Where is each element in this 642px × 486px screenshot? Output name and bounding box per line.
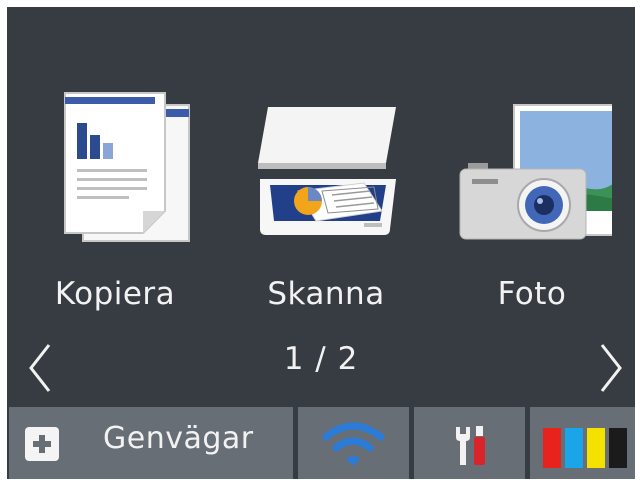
tile-scan[interactable]: Skanna: [228, 83, 424, 333]
tile-photo[interactable]: Foto: [434, 83, 630, 333]
wifi-icon: [322, 422, 385, 466]
plus-icon: [25, 427, 59, 461]
printer-home-screen: Kopiera Skanna Foto 1 / 2 Genvägar: [7, 7, 635, 479]
tile-copy-label: Kopiera: [54, 276, 176, 312]
copy-documents-icon: [35, 83, 195, 253]
tile-copy[interactable]: Kopiera: [17, 83, 213, 333]
wifi-button[interactable]: [298, 407, 409, 479]
next-page-arrow-icon[interactable]: [590, 339, 630, 397]
tools-icon: [456, 426, 485, 465]
ink-button[interactable]: [530, 407, 635, 479]
previous-page-arrow-icon[interactable]: [21, 339, 61, 397]
shortcuts-button[interactable]: Genvägar: [9, 407, 293, 479]
tile-scan-label: Skanna: [267, 276, 385, 312]
scanner-icon: [246, 83, 406, 253]
page-indicator: 1 / 2: [283, 341, 359, 377]
tile-photo-label: Foto: [497, 276, 567, 312]
settings-button[interactable]: [414, 407, 525, 479]
shortcuts-label: Genvägar: [103, 421, 254, 456]
camera-photo-icon: [452, 83, 621, 253]
